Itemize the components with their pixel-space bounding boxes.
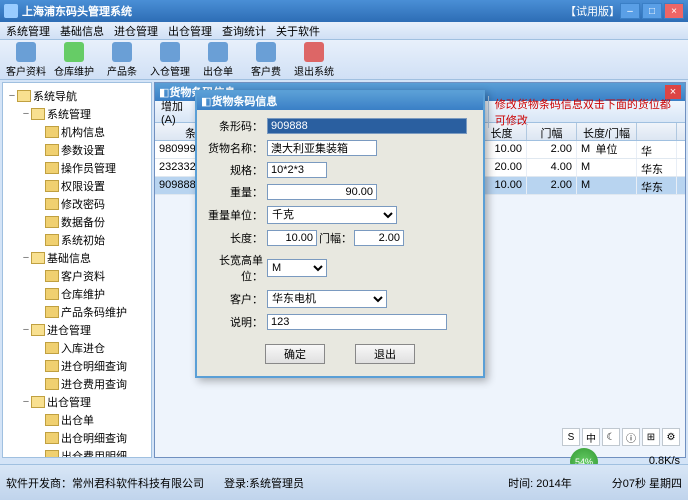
tree-item[interactable]: 出仓费用明细 — [7, 447, 147, 458]
lbl-len: 长度： — [205, 230, 267, 246]
inp-spec[interactable] — [267, 162, 327, 178]
dialog-icon: ◧ — [201, 95, 211, 108]
tree-item[interactable]: 修改密码 — [7, 195, 147, 213]
titlebar: 上海浦东码头管理系统 【试用版】 – □ × — [0, 0, 688, 22]
tree-item[interactable]: 出仓明细查询 — [7, 429, 147, 447]
widget-moon-icon[interactable]: ☾ — [602, 428, 620, 446]
inp-len[interactable] — [267, 230, 317, 246]
tb-out[interactable]: 出仓单 — [198, 42, 238, 78]
menu-baseinfo[interactable]: 基础信息 — [60, 23, 104, 39]
tree-group[interactable]: −出仓管理 — [7, 393, 147, 411]
menu-out[interactable]: 出仓管理 — [168, 23, 212, 39]
tree-item[interactable]: 入库进仓 — [7, 339, 147, 357]
menu-in[interactable]: 进仓管理 — [114, 23, 158, 39]
app-title: 上海浦东码头管理系统 — [22, 3, 535, 19]
widget-s[interactable]: S — [562, 428, 580, 446]
btn-ok[interactable]: 确定 — [265, 344, 325, 364]
tree-group[interactable]: −系统管理 — [7, 105, 147, 123]
dialog: ◧ 货物条码信息 条形码： 货物名称： 规格： 重量： 重量单位：千克 长度： 门… — [195, 90, 485, 378]
toolbar: 客户资料 仓库维护 产品条 入仓管理 出仓单 客户费 退出系统 — [0, 40, 688, 80]
tb-customer[interactable]: 客户资料 — [6, 42, 46, 78]
tree-item[interactable]: 产品条码维护 — [7, 303, 147, 321]
tree-item[interactable]: 出仓单 — [7, 411, 147, 429]
inp-gate[interactable] — [354, 230, 404, 246]
tb-barcode[interactable]: 产品条 — [102, 42, 142, 78]
sel-wunit[interactable]: 千克 — [267, 206, 397, 224]
app-icon — [4, 4, 18, 18]
btn-cancel[interactable]: 退出 — [355, 344, 415, 364]
widget-kbd-icon[interactable]: ⊞ — [642, 428, 660, 446]
widget-info-icon[interactable]: ⓘ — [622, 428, 640, 446]
sel-lunit[interactable]: M — [267, 259, 327, 277]
tb-exit[interactable]: 退出系统 — [294, 42, 334, 78]
app-version: 【试用版】 — [565, 3, 620, 19]
tree-item[interactable]: 客户资料 — [7, 267, 147, 285]
widget-cn[interactable]: 中 — [582, 428, 600, 446]
tree-item[interactable]: 仓库维护 — [7, 285, 147, 303]
maximize-button[interactable]: □ — [642, 3, 662, 19]
tree-item[interactable]: 进仓明细查询 — [7, 357, 147, 375]
menubar: 系统管理 基础信息 进仓管理 出仓管理 查询统计 关于软件 — [0, 22, 688, 40]
lbl-wunit: 重量单位： — [205, 207, 267, 223]
dialog-title: 货物条码信息 — [211, 93, 479, 109]
tree-item[interactable]: 系统初始 — [7, 231, 147, 249]
menu-about[interactable]: 关于软件 — [276, 23, 320, 39]
inp-name[interactable] — [267, 140, 377, 156]
widget-gear-icon[interactable]: ⚙ — [662, 428, 680, 446]
tree-root[interactable]: −系统导航 — [7, 87, 147, 105]
tree-item[interactable]: 数据备份 — [7, 213, 147, 231]
tree-item[interactable]: 进仓费用查询 — [7, 375, 147, 393]
sel-cust[interactable]: 华东电机 — [267, 290, 387, 308]
lbl-name: 货物名称： — [205, 140, 267, 156]
tree-item[interactable]: 操作员管理 — [7, 159, 147, 177]
tree-item[interactable]: 机构信息 — [7, 123, 147, 141]
lbl-remark: 说明： — [205, 314, 267, 330]
status-secs: 分07秒 星期四 — [612, 475, 682, 491]
tb-fee[interactable]: 客户费 — [246, 42, 286, 78]
inp-code[interactable] — [267, 118, 467, 134]
status-dev: 软件开发商：常州君科软件科技有限公司 — [6, 475, 204, 491]
status-login: 登录:系统管理员 — [224, 475, 304, 491]
status-time: 时间: 2014年 — [508, 475, 572, 491]
desktop-widgets: S 中 ☾ ⓘ ⊞ ⚙ — [562, 428, 680, 446]
tree-item[interactable]: 参数设置 — [7, 141, 147, 159]
lbl-weight: 重量： — [205, 184, 267, 200]
tb-warehouse[interactable]: 仓库维护 — [54, 42, 94, 78]
tree-item[interactable]: 权限设置 — [7, 177, 147, 195]
lbl-cust: 客户： — [205, 291, 267, 307]
menu-stats[interactable]: 查询统计 — [222, 23, 266, 39]
close-button[interactable]: × — [664, 3, 684, 19]
lbl-lunit: 长宽高单位： — [205, 252, 267, 284]
menu-system[interactable]: 系统管理 — [6, 23, 50, 39]
lbl-code: 条形码： — [205, 118, 267, 134]
inp-weight[interactable] — [267, 184, 377, 200]
statusbar: 软件开发商：常州君科软件科技有限公司 登录:系统管理员 时间: 2014年 分0… — [0, 464, 688, 500]
inp-remark[interactable] — [267, 314, 447, 330]
tree-group[interactable]: −基础信息 — [7, 249, 147, 267]
lbl-spec: 规格： — [205, 162, 267, 178]
tree-group[interactable]: −进仓管理 — [7, 321, 147, 339]
tb-in[interactable]: 入仓管理 — [150, 42, 190, 78]
sidebar: −系统导航−系统管理机构信息参数设置操作员管理权限设置修改密码数据备份系统初始−… — [2, 82, 152, 458]
minimize-button[interactable]: – — [620, 3, 640, 19]
lbl-gate: 门幅： — [317, 230, 354, 246]
